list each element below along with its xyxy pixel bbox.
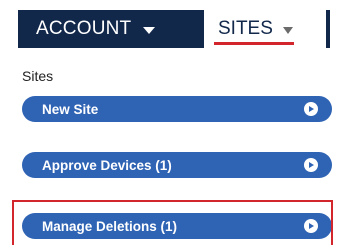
- nav-divider: [326, 10, 330, 48]
- chevron-down-icon: [143, 26, 156, 34]
- highlight-annotation-box: [12, 200, 333, 245]
- menu-item-label: Approve Devices (1): [42, 157, 172, 173]
- arrow-right-circle-icon: [304, 102, 318, 116]
- approve-devices-button[interactable]: Approve Devices (1): [22, 152, 332, 178]
- top-navigation: ACCOUNT SITES: [0, 0, 337, 52]
- arrow-right-circle-icon: [304, 158, 318, 172]
- new-site-button[interactable]: New Site: [22, 96, 332, 122]
- section-heading: Sites: [22, 68, 54, 84]
- account-tab-label: ACCOUNT: [36, 18, 132, 39]
- sites-tab-label: SITES: [218, 18, 273, 39]
- account-menu-tab[interactable]: ACCOUNT: [18, 10, 204, 48]
- active-tab-underline: [214, 42, 294, 45]
- menu-item-label: New Site: [42, 101, 99, 117]
- chevron-down-icon: [282, 26, 293, 34]
